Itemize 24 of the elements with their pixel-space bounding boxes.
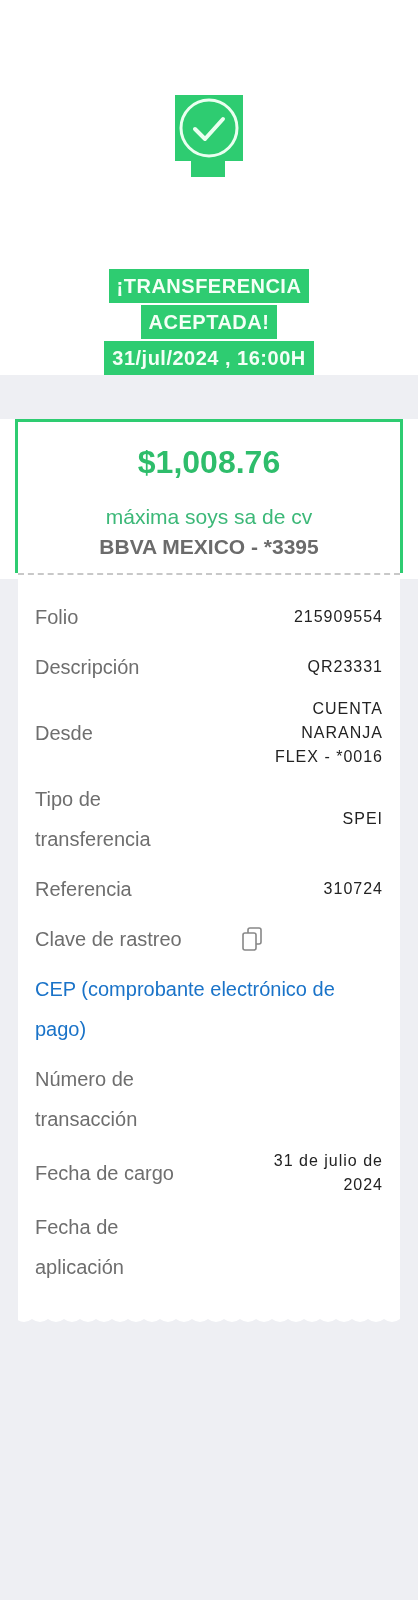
detail-label: Folio <box>35 605 79 630</box>
detail-value: QR23331 <box>307 657 383 677</box>
recipient-name: máxima soys sa de cv <box>105 505 313 529</box>
detail-label: Referencia <box>35 877 132 902</box>
status-title: 31/jul/2024 , 16:00H <box>104 341 314 375</box>
detail-label: Número de transacción <box>35 1067 139 1132</box>
detail-value: CUENTA NARANJA FLEX - *0016 <box>273 699 383 767</box>
detail-value: 215909554 <box>293 607 383 627</box>
detail-label: Fecha de aplicación <box>35 1215 125 1280</box>
detail-value: SPEI <box>342 809 383 829</box>
status-title: ACEPTADA! <box>140 305 278 339</box>
detail-label: Fecha de cargo <box>35 1161 174 1186</box>
bank-account: BBVA MEXICO - *3395 <box>99 535 319 559</box>
detail-value: 31 de julio de 2024 <box>272 1151 383 1195</box>
cep-link[interactable]: CEP (comprobante electrónico de pago) <box>35 969 383 1049</box>
amount: $1,008.76 <box>137 444 281 481</box>
detail-value: 310724 <box>323 879 383 899</box>
detail-label: Clave de rastreo <box>35 927 182 952</box>
copy-icon[interactable] <box>241 926 263 952</box>
status-title: ¡TRANSFERENCIA <box>108 269 310 303</box>
detail-label: Desde <box>35 721 93 746</box>
detail-label: Tipo de transferencia <box>35 787 152 852</box>
success-check-icon <box>175 95 243 177</box>
detail-label: Descripción <box>35 655 140 680</box>
